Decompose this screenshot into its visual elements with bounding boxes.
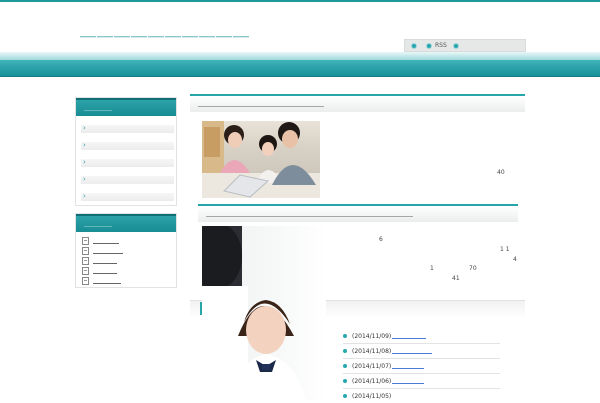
- sidebar-menu-widget: ＿＿＿＿ › › › › ›: [75, 97, 177, 206]
- top-accent-line: [0, 0, 600, 2]
- news-date: (2014/11/09): [352, 332, 392, 340]
- news-item[interactable]: (2014/11/08): [343, 344, 500, 359]
- document-icon: [82, 257, 89, 265]
- section1-title: ＿＿＿＿＿＿＿＿＿＿＿＿＿＿: [190, 94, 525, 112]
- section2-value: 6: [379, 236, 383, 243]
- news-item[interactable]: (2014/11/06): [343, 374, 500, 389]
- header-band: [0, 60, 600, 77]
- sidebar-menu-item[interactable]: ›: [81, 192, 174, 201]
- document-icon: [82, 237, 89, 245]
- chevron-right-icon: ›: [83, 141, 86, 149]
- sidebar-menu-item[interactable]: ›: [81, 175, 174, 184]
- news-item[interactable]: (2014/11/09): [343, 329, 500, 344]
- recent-post-item[interactable]: [82, 246, 176, 256]
- section1-value: 40: [497, 169, 505, 176]
- news-item[interactable]: (2014/11/05): [343, 389, 500, 403]
- section2-value: 4: [513, 256, 517, 263]
- bullet-icon: [343, 394, 347, 398]
- news-date: (2014/11/05): [352, 392, 392, 400]
- news-link[interactable]: [392, 383, 425, 384]
- recent-post-item[interactable]: [82, 256, 176, 266]
- sidebar-recent-widget: ＿＿＿＿: [75, 213, 177, 288]
- recent-post-link[interactable]: [93, 262, 117, 264]
- document-icon: [82, 277, 89, 285]
- student-photo: [202, 226, 326, 400]
- sidebar-menu-item[interactable]: ›: [81, 158, 174, 167]
- section2-value: 1: [430, 265, 434, 272]
- sidebar-menu-title: ＿＿＿＿: [76, 98, 176, 116]
- section2-value: 41: [452, 275, 460, 282]
- family-photo-art: [202, 121, 320, 198]
- rss-link[interactable]: RSS: [435, 42, 447, 49]
- bullet-icon: [343, 334, 347, 338]
- news-link[interactable]: [392, 353, 433, 354]
- recent-post-item[interactable]: [82, 236, 176, 246]
- student-photo-art: [202, 226, 306, 400]
- sidebar-menu-item[interactable]: ›: [81, 124, 174, 133]
- top-navigation: RSS: [404, 39, 526, 52]
- bullet-icon: [343, 379, 347, 383]
- chevron-right-icon: ›: [83, 192, 86, 200]
- bullet-icon: [343, 364, 347, 368]
- site-title[interactable]: ＿＿＿＿＿＿＿＿＿＿: [80, 16, 250, 40]
- document-icon: [82, 267, 89, 275]
- news-date: (2014/11/08): [352, 347, 392, 355]
- recent-post-link[interactable]: [93, 272, 117, 274]
- sidebar-recent-title: ＿＿＿＿: [76, 214, 176, 232]
- recent-post-link[interactable]: [93, 242, 119, 244]
- nav-bullet-icon: [411, 42, 417, 49]
- recent-post-item[interactable]: [82, 266, 176, 276]
- section2-value: 1 1: [500, 246, 510, 253]
- nav-bullet-icon: [426, 42, 432, 49]
- news-date: (2014/11/07): [352, 362, 392, 370]
- news-date: (2014/11/06): [352, 377, 392, 385]
- section2-value: 70: [469, 265, 477, 272]
- header-band-highlight: [0, 52, 600, 60]
- news-link[interactable]: [392, 338, 427, 339]
- news-link[interactable]: [392, 368, 425, 369]
- bullet-icon: [343, 349, 347, 353]
- recent-post-link[interactable]: [93, 252, 123, 254]
- news-item[interactable]: (2014/11/07): [343, 359, 500, 374]
- family-photo: [202, 121, 320, 198]
- document-icon: [82, 247, 89, 255]
- nav-bullet-icon: [452, 42, 459, 49]
- recent-post-link[interactable]: [93, 282, 121, 284]
- recent-post-item[interactable]: [82, 276, 176, 286]
- chevron-right-icon: ›: [83, 175, 86, 183]
- sidebar-menu-item[interactable]: ›: [81, 141, 174, 150]
- chevron-right-icon: ›: [83, 124, 86, 132]
- chevron-right-icon: ›: [83, 158, 86, 166]
- section2-title: ＿＿＿＿＿＿＿＿＿＿＿＿＿＿＿＿＿＿＿＿＿＿＿: [198, 204, 518, 222]
